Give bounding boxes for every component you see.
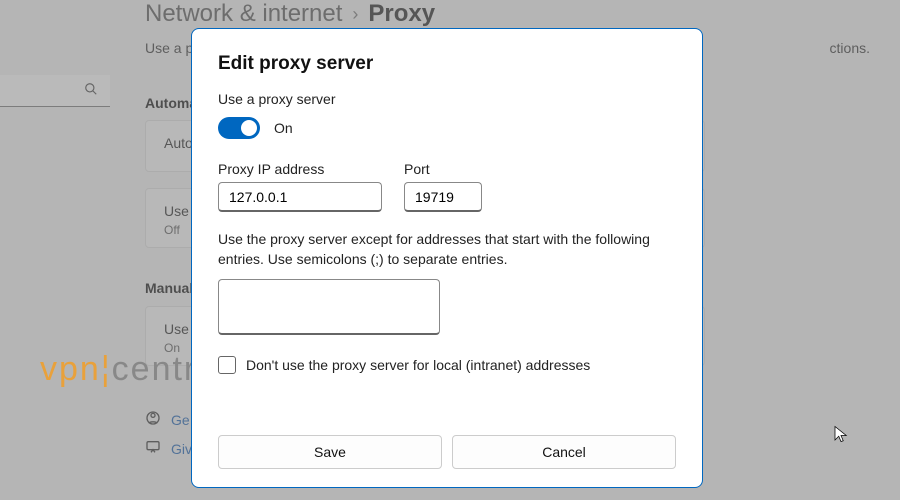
edit-proxy-dialog: Edit proxy server Use a proxy server On … — [191, 28, 703, 488]
dialog-title: Edit proxy server — [218, 53, 676, 75]
mouse-cursor-icon — [832, 425, 850, 448]
pin-icon: ¦ — [101, 350, 112, 388]
local-bypass-row[interactable]: Don't use the proxy server for local (in… — [218, 356, 676, 374]
save-button[interactable]: Save — [218, 435, 442, 469]
port-label: Port — [404, 161, 482, 177]
local-bypass-label: Don't use the proxy server for local (in… — [246, 357, 590, 373]
toggle-state-label: On — [274, 120, 293, 136]
use-proxy-label: Use a proxy server — [218, 91, 676, 107]
ip-address-label: Proxy IP address — [218, 161, 382, 177]
use-proxy-toggle[interactable] — [218, 117, 260, 139]
exceptions-label: Use the proxy server except for addresse… — [218, 230, 676, 269]
cancel-button[interactable]: Cancel — [452, 435, 676, 469]
exceptions-input[interactable] — [218, 279, 440, 335]
ip-address-input[interactable] — [218, 182, 382, 212]
watermark-part1: vpn — [40, 350, 101, 388]
local-bypass-checkbox[interactable] — [218, 356, 236, 374]
port-input[interactable] — [404, 182, 482, 212]
